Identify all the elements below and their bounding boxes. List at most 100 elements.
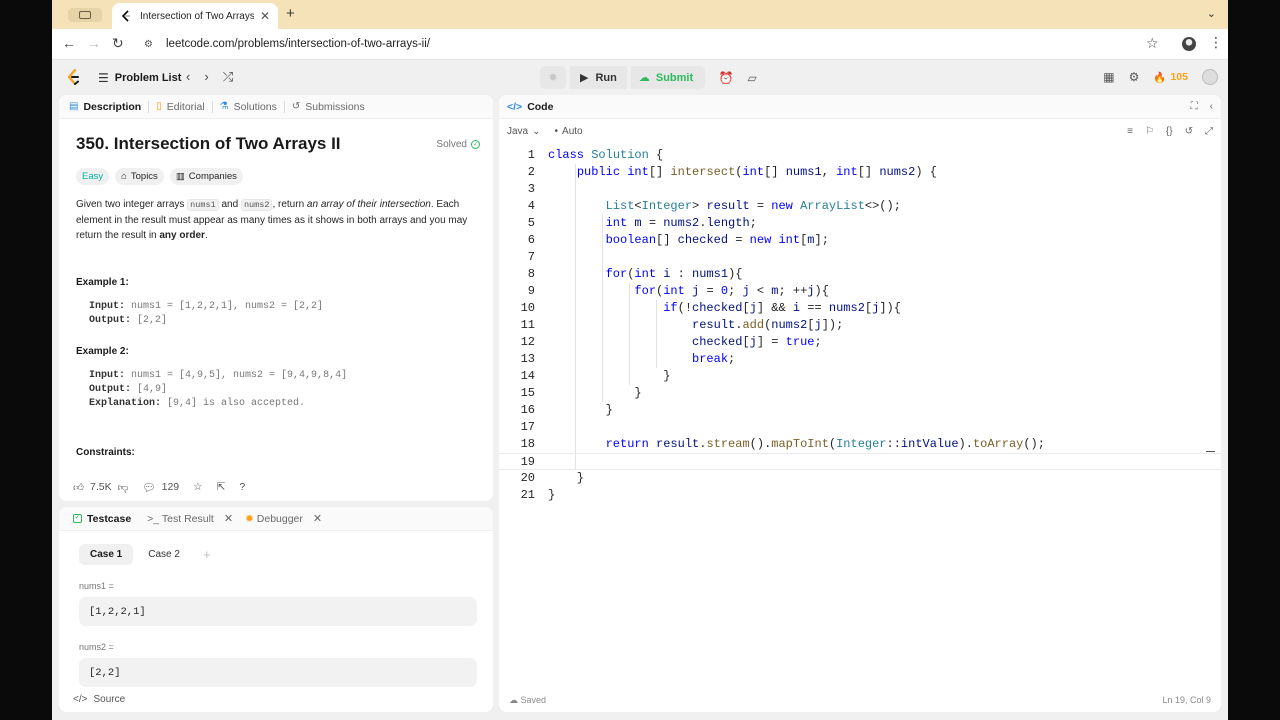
format-icon[interactable]: ≡ xyxy=(1127,126,1133,137)
browser-window: Intersection of Two Arrays II ✕ + ⌄ ← → … xyxy=(52,0,1228,720)
alarm-clock-icon[interactable]: ⏰ xyxy=(715,66,737,89)
notes-icon[interactable]: ▱ xyxy=(741,66,763,89)
close-debugger-icon[interactable]: ✕ xyxy=(313,512,322,525)
code-title: Code xyxy=(527,100,554,113)
browser-menu-icon[interactable]: ⋮ xyxy=(1209,34,1223,51)
book-icon: ▯ xyxy=(156,101,162,112)
building-icon: ▥ xyxy=(175,171,185,182)
description-tabs: ▤ Description ▯ Editorial ⚗ Solutions ↺ Subm… xyxy=(59,95,493,119)
companies-chip[interactable]: ▥ Companies xyxy=(169,168,243,185)
favorite-star-icon[interactable]: ☆ xyxy=(193,481,202,493)
chevron-down-icon: ⌄ xyxy=(532,125,541,137)
comments-button[interactable]: 💬︎ 129 xyxy=(142,481,179,494)
testcase-tabs: ✓ Testcase >_ Test Result ✕ ✹ Debugger ✕ xyxy=(59,507,493,531)
browser-tab-active[interactable]: Intersection of Two Arrays II ✕ xyxy=(112,3,278,29)
prev-problem-icon[interactable]: ‹ xyxy=(186,69,190,85)
leetcode-logo-icon[interactable] xyxy=(66,69,80,86)
maximize-icon[interactable]: ⛶ xyxy=(1191,101,1198,112)
back-arrow-icon[interactable]: ← xyxy=(62,35,76,51)
close-test-result-icon[interactable]: ✕ xyxy=(224,512,233,525)
debug-button[interactable]: ✹ xyxy=(540,66,566,89)
check-circle-icon: ✓ xyxy=(471,139,480,149)
streak-count: 105 xyxy=(1170,71,1188,83)
testcase-panel: ✓ Testcase >_ Test Result ✕ ✹ Debugger ✕ … xyxy=(59,507,493,712)
share-icon[interactable]: ⇱ xyxy=(217,481,226,493)
saved-status: Saved xyxy=(520,695,547,705)
profile-avatar[interactable] xyxy=(1182,37,1196,51)
problem-title-row: 350. Intersection of Two Arrays II Solve… xyxy=(76,134,480,154)
tab-submissions[interactable]: ↺ Submissions xyxy=(292,101,365,113)
help-icon[interactable]: ? xyxy=(239,481,245,493)
settings-gear-icon[interactable]: ⚙ xyxy=(1129,70,1140,84)
forward-arrow-icon[interactable]: → xyxy=(87,35,101,51)
thumbs-up-icon: 👍︎ xyxy=(73,481,84,494)
code-icon: </> xyxy=(507,100,523,113)
dot-icon: • xyxy=(554,125,559,137)
leetcode-navbar: ☰ Problem List ‹ › ⤮ ✹ ▶ Run ☁ Submit ⏰ … xyxy=(52,60,1228,95)
tab-description[interactable]: ▤ Description xyxy=(69,101,141,113)
user-avatar[interactable] xyxy=(1202,69,1218,85)
tab-search-chevron-icon[interactable]: ⌄ xyxy=(1207,7,1216,20)
browser-tabstrip: Intersection of Two Arrays II ✕ + ⌄ xyxy=(52,0,1228,29)
braces-icon[interactable]: {} xyxy=(1166,126,1173,137)
play-icon: ▶ xyxy=(580,72,589,84)
close-tab-icon[interactable]: ✕ xyxy=(260,9,270,23)
fullscreen-icon[interactable]: ⤢ xyxy=(1205,126,1213,137)
run-button[interactable]: ▶ Run xyxy=(570,66,627,89)
shuffle-icon[interactable]: ⤮ xyxy=(223,69,233,85)
submit-label: Submit xyxy=(655,71,694,84)
document-icon: ▤ xyxy=(69,101,79,112)
site-info-icon[interactable]: ⚙ xyxy=(144,39,158,50)
cursor-position: Ln 19, Col 9 xyxy=(1162,695,1211,705)
tab-test-result[interactable]: >_ Test Result xyxy=(147,513,214,525)
next-problem-icon[interactable]: › xyxy=(204,69,208,85)
auto-mode-toggle[interactable]: • Auto xyxy=(555,126,583,137)
address-bar[interactable]: ⚙ leetcode.com/problems/intersection-of-… xyxy=(138,33,1164,55)
topics-chip[interactable]: ⌂ Topics xyxy=(115,168,164,185)
tab-debugger[interactable]: ✹ Debugger xyxy=(245,513,303,525)
submit-button[interactable]: ☁ Submit xyxy=(630,66,706,89)
checkbox-icon: ✓ xyxy=(73,514,82,523)
streak-counter[interactable]: 🔥 105 xyxy=(1153,71,1188,84)
list-icon: ☰ xyxy=(98,71,109,85)
new-tab-button[interactable]: + xyxy=(286,5,295,22)
code-editor[interactable]: 1 class Solution { 2 public int[] interse… xyxy=(499,147,1221,688)
layout-grid-icon[interactable]: ▦ xyxy=(1103,70,1114,84)
tab-solutions[interactable]: ⚗ Solutions xyxy=(220,101,277,113)
reset-icon[interactable]: ↺ xyxy=(1185,126,1193,137)
tab-testcase[interactable]: ✓ Testcase xyxy=(73,513,131,525)
code-icon: </> xyxy=(73,693,88,705)
case-1-tab[interactable]: Case 1 xyxy=(79,544,134,565)
thumbs-down-icon[interactable]: 👎︎ xyxy=(118,481,129,494)
reload-icon[interactable]: ↻ xyxy=(112,35,124,52)
problem-list-button[interactable]: ☰ Problem List xyxy=(98,71,181,85)
sidebar-icon xyxy=(79,11,91,19)
flask-icon: ⚗ xyxy=(219,101,229,112)
collapse-chevron-icon[interactable]: ‹ xyxy=(1210,101,1213,112)
language-select[interactable]: Java ⌄ xyxy=(507,126,541,137)
sidebar-toggle-button[interactable] xyxy=(68,8,102,22)
nums2-input[interactable]: [2,2] xyxy=(79,658,477,687)
tab-editorial[interactable]: ▯ Editorial xyxy=(156,101,204,113)
description-footer: 👍︎ 7.5K 👎︎ 💬︎ 129 ☆ ⇱ ? xyxy=(59,473,493,501)
cloud-upload-icon: ☁ xyxy=(638,72,650,84)
editor-status-bar: ☁ Saved Ln 19, Col 9 xyxy=(499,688,1221,712)
solved-badge: Solved ✓ xyxy=(436,138,480,150)
comment-icon: 💬︎ xyxy=(142,481,156,494)
nums1-input[interactable]: [1,2,2,1] xyxy=(79,597,477,626)
browser-toolbar: ← → ↻ ⚙ leetcode.com/problems/intersecti… xyxy=(52,29,1228,60)
leetcode-favicon-icon xyxy=(120,10,132,22)
problem-title[interactable]: 350. Intersection of Two Arrays II xyxy=(76,134,341,154)
bookmark-star-icon[interactable]: ☆ xyxy=(1146,35,1159,52)
tag-icon: ⌂ xyxy=(121,171,127,182)
like-button[interactable]: 👍︎ 7.5K 👎︎ xyxy=(73,481,128,494)
case-2-tab[interactable]: Case 2 xyxy=(137,544,191,565)
example-2-block: Input: nums1 = [4,9,5], nums2 = [9,4,9,8… xyxy=(89,370,348,409)
bookmark-icon[interactable]: ⚐ xyxy=(1145,126,1154,137)
editor-toolbar: Java ⌄ • Auto ≡ ⚐ {} ↺ ⤢ xyxy=(499,119,1221,143)
terminal-icon: >_ xyxy=(147,512,160,525)
constraints-title: Constraints: xyxy=(76,447,135,458)
add-case-icon[interactable]: + xyxy=(203,547,211,562)
scrollbar-marker[interactable] xyxy=(1206,451,1215,452)
source-button[interactable]: </> Source xyxy=(59,686,125,712)
